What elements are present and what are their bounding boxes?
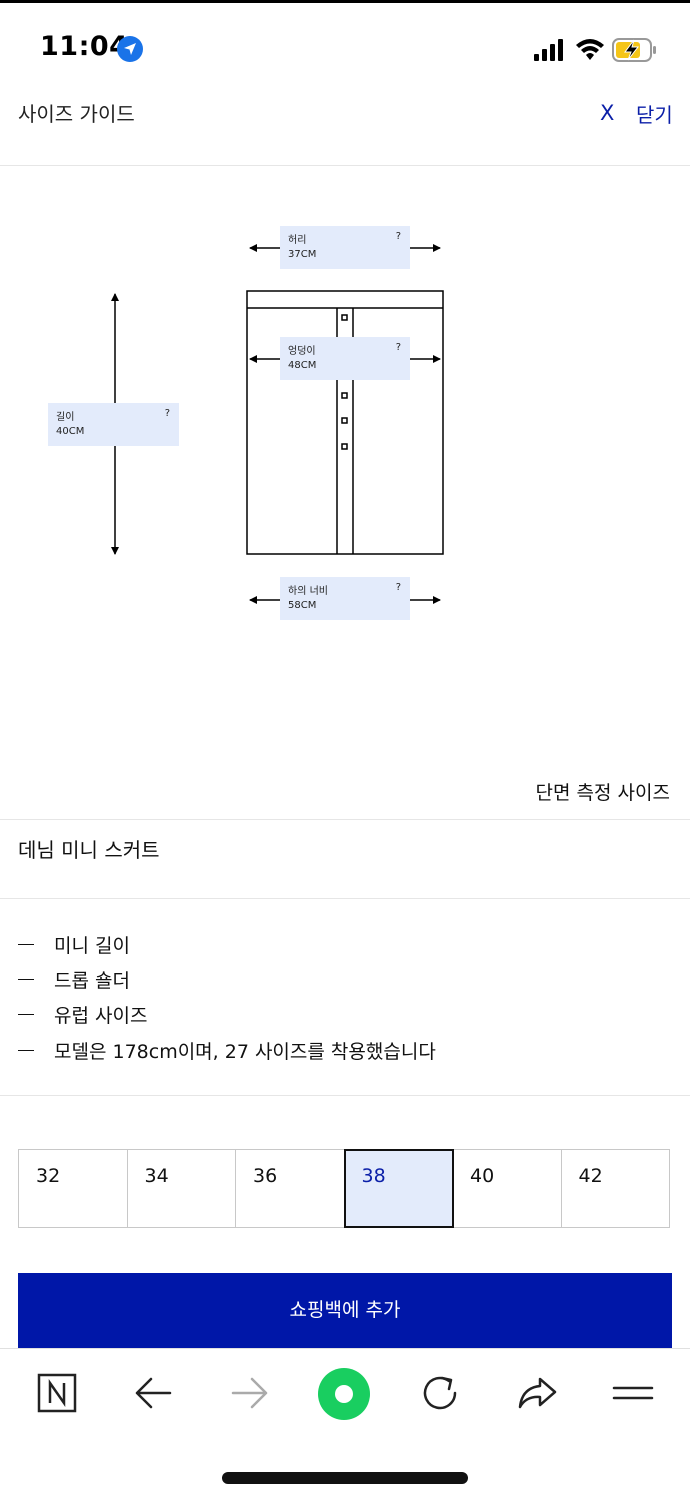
add-to-bag-button[interactable]: 쇼핑백에 추가 — [18, 1273, 672, 1348]
size-option-34[interactable]: 34 — [127, 1150, 236, 1227]
back-arrow-icon[interactable] — [131, 1371, 175, 1415]
list-item: 미니 길이 — [18, 931, 130, 958]
feature-text: 유럽 사이즈 — [54, 1005, 148, 1027]
size-label: 34 — [144, 1165, 169, 1187]
wifi-icon — [576, 39, 604, 60]
size-option-40[interactable]: 40 — [453, 1150, 562, 1227]
status-bar: 11:04 — [0, 3, 690, 83]
measurement-note: 단면 측정 사이즈 — [535, 782, 670, 804]
size-label: 42 — [578, 1165, 603, 1187]
size-option-38[interactable]: 38 — [343, 1149, 454, 1228]
length-value: 40CM — [56, 426, 85, 437]
share-icon[interactable] — [515, 1371, 559, 1415]
product-name: 데님 미니 스커트 — [18, 838, 160, 862]
size-selector: 32 34 36 38 40 42 — [18, 1149, 670, 1228]
reload-icon[interactable] — [418, 1371, 462, 1415]
feature-list: 미니 길이 드롭 숄더 유럽 사이즈 모델은 178cm이며, 27 사이즈를 … — [0, 900, 690, 1096]
length-label: 길이 — [56, 412, 75, 423]
hem-width-value: 58CM — [288, 600, 317, 611]
close-icon[interactable]: X — [600, 101, 614, 125]
location-arrow-icon — [117, 36, 143, 62]
hem-width-help-icon[interactable]: ? — [396, 582, 401, 593]
forward-arrow-icon[interactable] — [228, 1371, 272, 1415]
waist-help-icon[interactable]: ? — [396, 231, 401, 242]
menu-icon[interactable] — [611, 1371, 655, 1415]
page-title: 사이즈 가이드 — [18, 102, 135, 126]
list-item: 유럽 사이즈 — [18, 1001, 147, 1028]
size-label: 36 — [253, 1165, 278, 1187]
home-indicator — [222, 1472, 468, 1484]
naver-n-icon[interactable] — [36, 1371, 80, 1415]
feature-text: 모델은 178cm이며, 27 사이즈를 착용했습니다 — [54, 1041, 436, 1063]
dash-icon — [18, 1013, 34, 1016]
hip-value: 48CM — [288, 360, 317, 371]
close-button[interactable]: 닫기 — [636, 99, 673, 128]
skirt-outline — [246, 290, 444, 555]
green-dot-icon[interactable] — [316, 1366, 372, 1422]
battery-charging-icon — [612, 38, 656, 62]
hip-help-icon[interactable]: ? — [396, 342, 401, 353]
feature-text: 드롭 숄더 — [54, 970, 130, 992]
size-label: 38 — [361, 1165, 386, 1187]
size-label: 32 — [36, 1165, 61, 1187]
size-label: 40 — [470, 1165, 495, 1187]
list-item: 모델은 178cm이며, 27 사이즈를 착용했습니다 — [18, 1037, 436, 1064]
length-help-icon[interactable]: ? — [165, 408, 170, 419]
length-measurement[interactable]: 길이 40CM ? — [48, 403, 179, 446]
cellular-signal-icon — [534, 39, 563, 61]
waist-label: 허리 — [288, 235, 307, 246]
size-guide-header: 사이즈 가이드 X 닫기 — [0, 83, 690, 166]
size-option-42[interactable]: 42 — [561, 1150, 669, 1227]
list-item: 드롭 숄더 — [18, 966, 130, 993]
feature-text: 미니 길이 — [54, 935, 130, 957]
hip-label: 엉덩이 — [288, 346, 316, 357]
product-section: 데님 미니 스커트 — [0, 821, 690, 899]
skirt-measurement-diagram: 허리 37CM ? 엉덩이 48CM ? 길이 40CM ? 하의 너비 58C… — [0, 166, 690, 820]
dash-icon — [18, 1049, 34, 1052]
hem-width-label: 하의 너비 — [288, 586, 328, 597]
hip-measurement[interactable]: 엉덩이 48CM ? — [280, 337, 410, 380]
dash-icon — [18, 943, 34, 946]
waist-value: 37CM — [288, 249, 317, 260]
size-option-36[interactable]: 36 — [236, 1150, 345, 1227]
dash-icon — [18, 978, 34, 981]
waist-measurement[interactable]: 허리 37CM ? — [280, 226, 410, 269]
size-option-32[interactable]: 32 — [19, 1150, 128, 1227]
hem-width-measurement[interactable]: 하의 너비 58CM ? — [280, 577, 410, 620]
